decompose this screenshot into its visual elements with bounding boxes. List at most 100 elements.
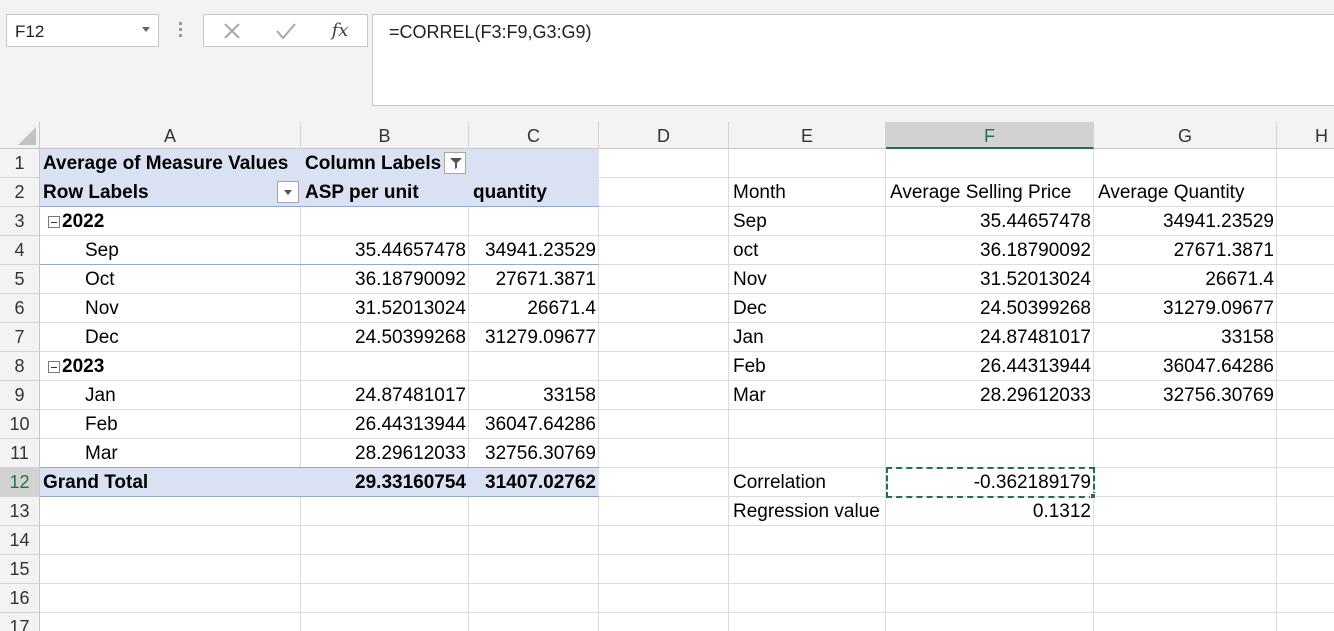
- pivot-row-label[interactable]: Mar: [85, 439, 118, 468]
- pivot-row-labels[interactable]: Row Labels: [43, 178, 149, 207]
- pivot-qty-value[interactable]: 36047.64286: [469, 410, 596, 439]
- table-qty[interactable]: 34941.23529: [1094, 207, 1274, 236]
- row-header[interactable]: 17: [0, 613, 39, 631]
- table-header-qty[interactable]: Average Quantity: [1098, 178, 1244, 207]
- row-header[interactable]: 4: [0, 236, 39, 265]
- pivot-row-label[interactable]: Oct: [85, 265, 115, 294]
- row-header[interactable]: 15: [0, 555, 39, 584]
- formula-input[interactable]: =CORREL(F3:F9,G3:G9): [372, 14, 1334, 106]
- pivot-grand-total-label[interactable]: Grand Total: [43, 468, 148, 497]
- column-header-e[interactable]: E: [729, 122, 886, 149]
- column-header-c[interactable]: C: [469, 122, 599, 149]
- table-qty[interactable]: 31279.09677: [1094, 294, 1274, 323]
- pivot-asp-value[interactable]: 24.87481017: [301, 381, 466, 410]
- column-header-b[interactable]: B: [301, 122, 469, 149]
- row-header[interactable]: 5: [0, 265, 39, 294]
- pivot-grand-total-asp[interactable]: 29.33160754: [301, 468, 466, 497]
- enter-check-icon[interactable]: [266, 15, 306, 46]
- column-header-f[interactable]: F: [886, 122, 1094, 149]
- pivot-year-2022[interactable]: 2022: [62, 207, 104, 236]
- row-labels-dropdown-button[interactable]: [277, 181, 299, 203]
- correlation-label[interactable]: Correlation: [733, 468, 826, 497]
- table-price[interactable]: 26.44313944: [886, 352, 1091, 381]
- table-price[interactable]: 35.44657478: [886, 207, 1091, 236]
- column-header-a[interactable]: A: [40, 122, 301, 149]
- row-header[interactable]: 9: [0, 381, 39, 410]
- pivot-qty-value[interactable]: 33158: [469, 381, 596, 410]
- pivot-asp-value[interactable]: 24.50399268: [301, 323, 466, 352]
- table-qty[interactable]: 36047.64286: [1094, 352, 1274, 381]
- pivot-row-label[interactable]: Sep: [85, 236, 119, 265]
- table-header-price[interactable]: Average Selling Price: [890, 178, 1071, 207]
- pivot-col-quantity[interactable]: quantity: [473, 178, 547, 207]
- table-qty[interactable]: 32756.30769: [1094, 381, 1274, 410]
- regression-label[interactable]: Regression value: [733, 497, 880, 526]
- row-header[interactable]: 6: [0, 294, 39, 323]
- pivot-row-label[interactable]: Feb: [85, 410, 118, 439]
- pivot-value-header[interactable]: Average of Measure Values: [43, 149, 288, 178]
- row-header[interactable]: 1: [0, 149, 39, 178]
- table-month[interactable]: oct: [733, 236, 758, 265]
- column-header-g[interactable]: G: [1094, 122, 1277, 149]
- pivot-asp-value[interactable]: 31.52013024: [301, 294, 466, 323]
- regression-value[interactable]: 0.1312: [886, 497, 1091, 526]
- table-price[interactable]: 24.87481017: [886, 323, 1091, 352]
- pivot-row-label[interactable]: Dec: [85, 323, 119, 352]
- table-header-month[interactable]: Month: [733, 178, 786, 207]
- pivot-qty-value[interactable]: 31279.09677: [469, 323, 596, 352]
- pivot-asp-value[interactable]: 36.18790092: [301, 265, 466, 294]
- pivot-year-2023[interactable]: 2023: [62, 352, 104, 381]
- pivot-asp-value[interactable]: 35.44657478: [301, 236, 466, 265]
- table-price[interactable]: 28.29612033: [886, 381, 1091, 410]
- table-qty[interactable]: 33158: [1094, 323, 1274, 352]
- row-header[interactable]: 11: [0, 439, 39, 468]
- row-header[interactable]: 3: [0, 207, 39, 236]
- column-header-d[interactable]: D: [599, 122, 729, 149]
- fx-icon[interactable]: fx: [332, 20, 349, 41]
- pivot-row-label[interactable]: Jan: [85, 381, 116, 410]
- row-header[interactable]: 13: [0, 497, 39, 526]
- cell-area[interactable]: Average of Measure Values Column Labels …: [40, 149, 1334, 631]
- pivot-qty-value[interactable]: 32756.30769: [469, 439, 596, 468]
- pivot-grand-total-qty[interactable]: 31407.02762: [469, 468, 596, 497]
- table-price[interactable]: 24.50399268: [886, 294, 1091, 323]
- table-month[interactable]: Nov: [733, 265, 767, 294]
- filter-dropdown-button[interactable]: [444, 152, 466, 174]
- pivot-qty-value[interactable]: 27671.3871: [469, 265, 596, 294]
- cancel-icon[interactable]: [212, 15, 252, 46]
- fill-handle[interactable]: [1090, 493, 1096, 499]
- pivot-row-label[interactable]: Nov: [85, 294, 119, 323]
- table-price[interactable]: 31.52013024: [886, 265, 1091, 294]
- collapse-icon[interactable]: [48, 216, 60, 228]
- table-month[interactable]: Sep: [733, 207, 767, 236]
- row-header[interactable]: 2: [0, 178, 39, 207]
- active-cell-selection[interactable]: [886, 467, 1095, 498]
- table-month[interactable]: Feb: [733, 352, 766, 381]
- pivot-column-labels[interactable]: Column Labels: [305, 149, 441, 178]
- pivot-asp-value[interactable]: 26.44313944: [301, 410, 466, 439]
- chevron-down-icon[interactable]: [142, 27, 150, 32]
- table-month[interactable]: Dec: [733, 294, 767, 323]
- row-header-selected[interactable]: 12: [0, 468, 39, 497]
- collapse-icon[interactable]: [48, 361, 60, 373]
- insert-function-button[interactable]: fx: [320, 15, 360, 46]
- table-price[interactable]: 36.18790092: [886, 236, 1091, 265]
- formula-text[interactable]: =CORREL(F3:F9,G3:G9): [389, 22, 592, 43]
- row-header[interactable]: 10: [0, 410, 39, 439]
- table-month[interactable]: Jan: [733, 323, 764, 352]
- pivot-qty-value[interactable]: 26671.4: [469, 294, 596, 323]
- row-header[interactable]: 8: [0, 352, 39, 381]
- row-header[interactable]: 14: [0, 526, 39, 555]
- more-options-icon[interactable]: [175, 20, 185, 40]
- pivot-asp-value[interactable]: 28.29612033: [301, 439, 466, 468]
- pivot-qty-value[interactable]: 34941.23529: [469, 236, 596, 265]
- row-header[interactable]: 16: [0, 584, 39, 613]
- table-qty[interactable]: 26671.4: [1094, 265, 1274, 294]
- column-header-h[interactable]: H: [1277, 122, 1334, 149]
- name-box[interactable]: F12: [6, 14, 159, 47]
- select-all-button[interactable]: [0, 122, 40, 149]
- pivot-col-asp[interactable]: ASP per unit: [305, 178, 419, 207]
- name-box-value[interactable]: F12: [15, 22, 44, 42]
- table-month[interactable]: Mar: [733, 381, 766, 410]
- row-header[interactable]: 7: [0, 323, 39, 352]
